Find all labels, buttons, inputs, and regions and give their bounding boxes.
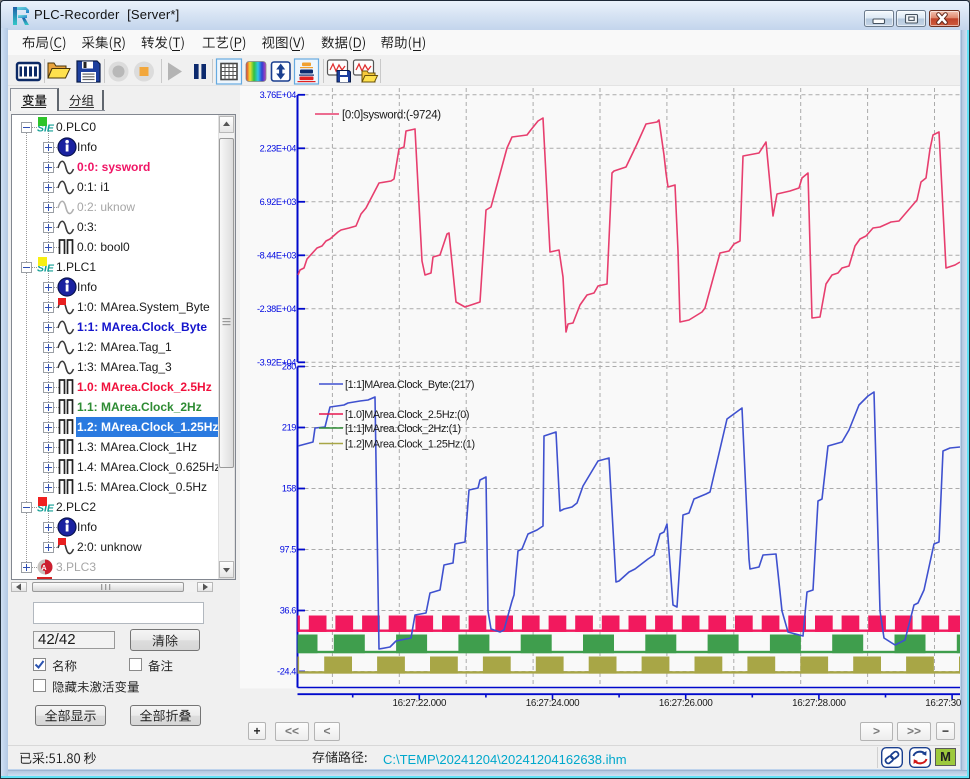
- svg-text:[1:1]MArea.Clock_2Hz:(1): [1:1]MArea.Clock_2Hz:(1): [345, 423, 461, 435]
- svg-text:[1.2]MArea.Clock_1.25Hz:(1): [1.2]MArea.Clock_1.25Hz:(1): [345, 439, 475, 451]
- svg-text:-2.38E+04: -2.38E+04: [257, 304, 296, 314]
- svg-text:-24.4: -24.4: [277, 667, 296, 677]
- svg-text:2.23E+04: 2.23E+04: [260, 144, 297, 154]
- svg-text:[0:0]sysword:(-9724): [0:0]sysword:(-9724): [342, 110, 441, 122]
- svg-text:280: 280: [282, 362, 296, 372]
- svg-text:16:27:28.000: 16:27:28.000: [792, 698, 846, 709]
- svg-text:[1:1]MArea.Clock_Byte:(217): [1:1]MArea.Clock_Byte:(217): [345, 379, 474, 391]
- svg-text:-8.44E+03: -8.44E+03: [257, 251, 296, 261]
- svg-text:219: 219: [282, 423, 296, 433]
- svg-text:16:27:22.000: 16:27:22.000: [392, 698, 446, 709]
- svg-text:16:27:24.000: 16:27:24.000: [526, 698, 580, 709]
- svg-text:36.6: 36.6: [280, 606, 297, 616]
- svg-text:3.76E+04: 3.76E+04: [260, 90, 297, 100]
- svg-text:158: 158: [282, 484, 296, 494]
- svg-text:6.92E+03: 6.92E+03: [260, 197, 297, 207]
- svg-text:[1.0]MArea.Clock_2.5Hz:(0): [1.0]MArea.Clock_2.5Hz:(0): [345, 409, 469, 421]
- svg-text:16:27:26.000: 16:27:26.000: [659, 698, 713, 709]
- svg-text:A: A: [42, 565, 47, 572]
- svg-text:97.5: 97.5: [280, 545, 297, 555]
